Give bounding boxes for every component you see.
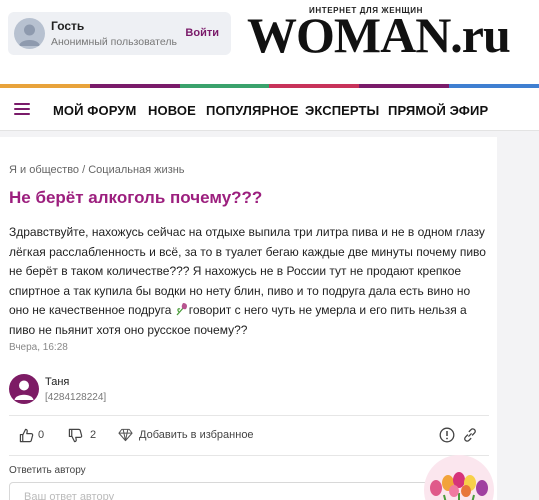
add-favorite-button[interactable]: Добавить в избранное (118, 426, 254, 444)
user-panel: Гость Анонимный пользователь Войти (8, 12, 231, 55)
report-icon (439, 427, 455, 443)
add-favorite-label: Добавить в избранное (139, 429, 254, 441)
nav-item-new[interactable]: НОВОЕ (148, 103, 196, 118)
like-button[interactable]: 0 (19, 426, 44, 444)
dislike-count: 2 (90, 429, 97, 441)
logo-text: WOMAN.ru (247, 7, 511, 63)
reply-input[interactable]: Ваш ответ автору (9, 482, 479, 500)
post-card: Я и общество / Социальная жизнь Не берёт… (0, 137, 497, 500)
post-time: Вчера, 16:28 (9, 342, 68, 353)
user-name: Гость (51, 19, 85, 33)
divider (9, 455, 489, 456)
nav-item-my-forum[interactable]: МОЙ ФОРУМ (53, 103, 136, 118)
breadcrumb[interactable]: Я и общество / Социальная жизнь (9, 164, 185, 176)
hamburger-icon[interactable] (14, 103, 30, 115)
post-body: Здравствуйте, нахожусь сейчас на отдыхе … (9, 223, 489, 340)
nav-item-popular[interactable]: ПОПУЛЯРНОЕ (206, 103, 299, 118)
post-title: Не берёт алкоголь почему??? (9, 188, 263, 207)
divider (9, 415, 489, 416)
thumbs-up-icon (19, 428, 34, 442)
site-logo[interactable]: ИНТЕРНЕТ ДЛЯ ЖЕНЩИН WOMAN.ru (247, 6, 511, 62)
author-name[interactable]: Таня (45, 376, 69, 388)
reply-placeholder: Ваш ответ автору (24, 491, 115, 500)
post-actions: 0 2 Добавить в избранное (0, 426, 497, 446)
thumbs-down-icon (68, 428, 83, 442)
share-link-button[interactable] (462, 426, 478, 444)
diamond-icon (118, 428, 133, 442)
dislike-button[interactable]: 2 (68, 426, 96, 444)
link-icon (464, 428, 476, 442)
like-count: 0 (38, 429, 45, 441)
site-header: Гость Анонимный пользователь Войти ИНТЕР… (0, 0, 539, 84)
author-id: [4284128224] (45, 392, 107, 403)
login-button[interactable]: Войти (185, 27, 219, 39)
nav-item-experts[interactable]: ЭКСПЕРТЫ (305, 103, 379, 118)
user-role: Анонимный пользователь (51, 36, 177, 48)
author-avatar[interactable] (9, 374, 39, 404)
report-button[interactable] (439, 426, 455, 444)
guest-avatar (14, 18, 45, 49)
nav-item-live[interactable]: ПРЯМОЙ ЭФИР (388, 103, 488, 118)
tulip-emoji-icon (175, 302, 189, 316)
reply-label: Ответить автору (9, 465, 86, 476)
main-nav: МОЙ ФОРУМ НОВОЕ ПОПУЛЯРНОЕ ЭКСПЕРТЫ ПРЯМ… (0, 88, 539, 131)
